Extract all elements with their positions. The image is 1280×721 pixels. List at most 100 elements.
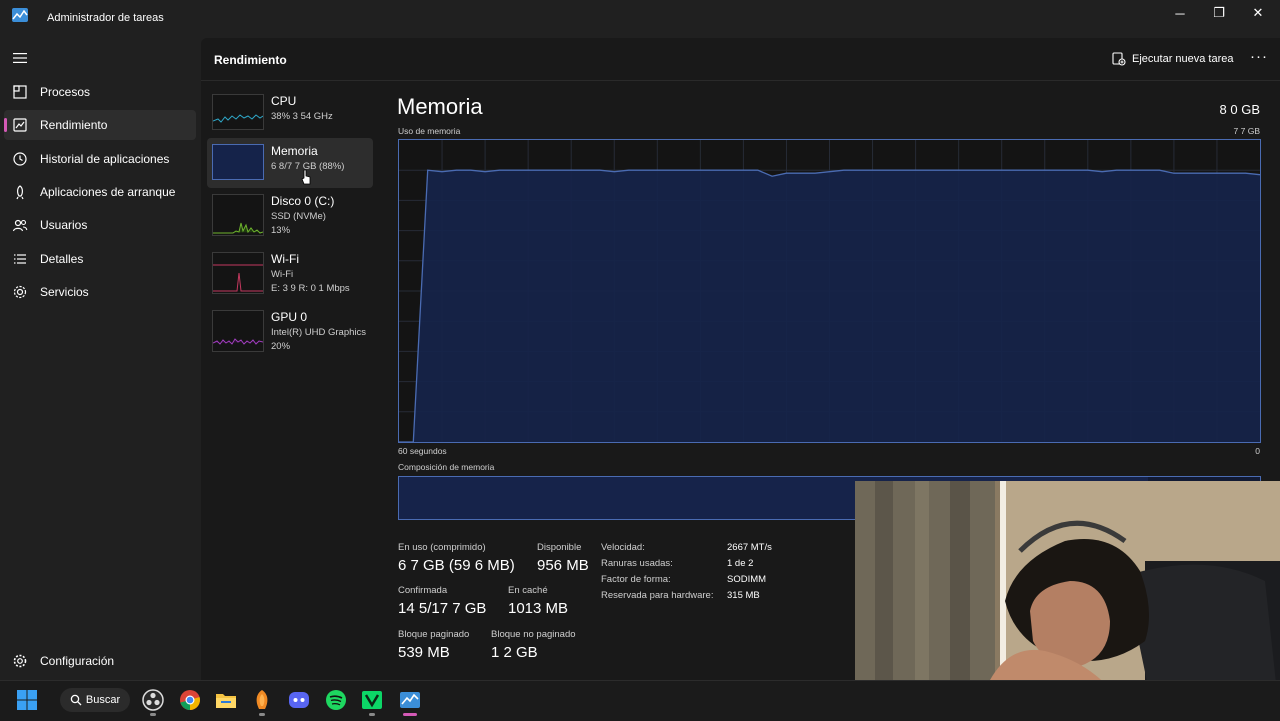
paged-pool-value: 539 MB	[398, 644, 450, 661]
speed-value: 2667 MT/s	[727, 542, 772, 553]
resource-item-gpu[interactable]: GPU 0 Intel(R) UHD Graphics 20%	[207, 304, 373, 354]
gear-icon	[13, 654, 27, 668]
cpu-thumbnail	[212, 94, 264, 130]
history-icon	[13, 152, 27, 166]
memory-usage-graph-svg	[399, 140, 1261, 443]
memory-thumbnail	[212, 144, 264, 180]
nonpaged-pool-label: Bloque no paginado	[491, 629, 576, 640]
sidebar-item-usuarios[interactable]: Usuarios	[4, 210, 196, 240]
windows-start-icon[interactable]	[14, 687, 40, 713]
fl-studio-icon[interactable]	[249, 687, 275, 713]
resource-detail: 13%	[271, 225, 291, 236]
resource-item-memoria[interactable]: Memoria 6 8/7 7 GB (88%)	[207, 138, 373, 188]
nonpaged-pool-value: 1 2 GB	[491, 644, 538, 661]
hardware-reserved-value: 315 MB	[727, 590, 760, 601]
taskbar-running-indicator	[259, 713, 265, 716]
resource-name: GPU 0	[271, 310, 308, 324]
resource-detail: Intel(R) UHD Graphics	[271, 327, 367, 338]
resource-name: Wi-Fi	[271, 252, 299, 266]
page-title: Rendimiento	[214, 53, 287, 67]
resource-name: CPU	[271, 94, 297, 108]
resource-name: Disco 0 (C:)	[271, 194, 335, 208]
sidebar-item-servicios[interactable]: Servicios	[4, 277, 196, 307]
memory-total: 8 0 GB	[1219, 102, 1260, 117]
spotify-icon[interactable]	[323, 687, 349, 713]
form-factor-label: Factor de forma:	[601, 574, 671, 585]
memory-usage-graph	[398, 139, 1261, 443]
discord-icon[interactable]	[286, 687, 312, 713]
sidebar-item-procesos[interactable]: Procesos	[4, 77, 196, 107]
details-icon	[14, 254, 26, 264]
close-button[interactable]: ✕	[1238, 0, 1278, 26]
resource-detail: 38% 3 54 GHz	[271, 111, 333, 122]
memory-composition-label: Composición de memoria	[398, 462, 495, 472]
users-icon	[12, 219, 28, 232]
sidebar-item-rendimiento[interactable]: Rendimiento	[4, 110, 196, 140]
in-use-value: 6 7 GB (59 6 MB)	[398, 557, 515, 574]
sidebar-item-label: Detalles	[40, 252, 84, 266]
startup-icon	[16, 185, 24, 200]
file-explorer-icon[interactable]	[213, 687, 239, 713]
active-indicator	[4, 118, 7, 132]
search-icon	[70, 694, 82, 706]
time-axis-end: 0	[1255, 446, 1260, 456]
performance-icon	[13, 118, 27, 132]
taskbar-active-indicator	[403, 713, 417, 716]
resource-detail: Wi-Fi	[271, 269, 294, 280]
chrome-icon[interactable]	[177, 687, 203, 713]
speed-label: Velocidad:	[601, 542, 645, 553]
available-value: 956 MB	[537, 557, 589, 574]
sidebar-item-label: Servicios	[40, 285, 89, 299]
gpu-thumbnail	[212, 310, 264, 352]
disk-thumbnail	[212, 194, 264, 236]
sidebar-item-arranque[interactable]: Aplicaciones de arranque	[4, 177, 196, 207]
restore-button[interactable]: ❐	[1199, 0, 1239, 26]
taskbar-running-indicator	[369, 713, 375, 716]
resource-item-cpu[interactable]: CPU 38% 3 54 GHz	[207, 88, 373, 138]
services-icon	[13, 285, 27, 299]
slots-label: Ranuras usadas:	[601, 558, 673, 569]
committed-value: 14 5/17 7 GB	[398, 600, 487, 617]
task-manager-app-icon	[12, 8, 28, 22]
minimize-button[interactable]: ─	[1160, 0, 1200, 26]
sidebar-item-configuracion[interactable]: Configuración	[4, 646, 196, 676]
resource-detail: 20%	[271, 341, 291, 352]
sidebar-item-label: Usuarios	[40, 218, 88, 232]
sidebar-item-detalles[interactable]: Detalles	[4, 244, 196, 274]
wifi-thumbnail	[212, 252, 264, 294]
cached-label: En caché	[508, 585, 548, 596]
window-title: Administrador de tareas	[47, 12, 164, 24]
more-options-button[interactable]: ···	[1246, 48, 1272, 68]
resource-item-wifi[interactable]: Wi-Fi Wi-Fi E: 3 9 R: 0 1 Mbps	[207, 246, 373, 296]
sidebar-item-label: Aplicaciones de arranque	[40, 185, 176, 199]
time-axis-start: 60 segundos	[398, 446, 447, 456]
taskbar-running-indicator	[150, 713, 156, 716]
green-app-icon[interactable]	[359, 687, 385, 713]
title-bar	[0, 0, 1280, 38]
sidebar-item-historial[interactable]: Historial de aplicaciones	[4, 144, 196, 174]
task-manager-taskbar-icon[interactable]	[397, 687, 423, 713]
form-factor-value: SODIMM	[727, 574, 767, 585]
hamburger-menu-icon[interactable]	[12, 51, 28, 65]
resource-detail: SSD (NVMe)	[271, 211, 326, 222]
resource-name: Memoria	[271, 144, 318, 158]
taskbar-search-button[interactable]: Buscar	[60, 688, 130, 712]
paged-pool-label: Bloque paginado	[398, 629, 470, 640]
memory-usage-area	[399, 170, 1260, 442]
cached-value: 1013 MB	[508, 600, 569, 617]
mouse-cursor-icon	[301, 169, 311, 185]
sidebar-item-label: Rendimiento	[40, 118, 108, 132]
sidebar-item-label: Historial de aplicaciones	[40, 152, 170, 166]
processes-icon	[13, 85, 27, 99]
run-task-icon	[1112, 52, 1126, 66]
obs-icon[interactable]	[140, 687, 166, 713]
in-use-label: En uso (comprimido)	[398, 542, 486, 553]
sidebar-item-label: Procesos	[40, 85, 91, 99]
run-new-task-label: Ejecutar nueva tarea	[1132, 53, 1234, 65]
memory-usage-max: 7 7 GB	[1233, 126, 1260, 136]
committed-label: Confirmada	[398, 585, 448, 596]
run-new-task-button[interactable]: Ejecutar nueva tarea	[1112, 50, 1234, 68]
sidebar-item-label: Configuración	[40, 654, 115, 668]
slots-value: 1 de 2	[727, 558, 754, 569]
resource-item-disco[interactable]: Disco 0 (C:) SSD (NVMe) 13%	[207, 188, 373, 238]
